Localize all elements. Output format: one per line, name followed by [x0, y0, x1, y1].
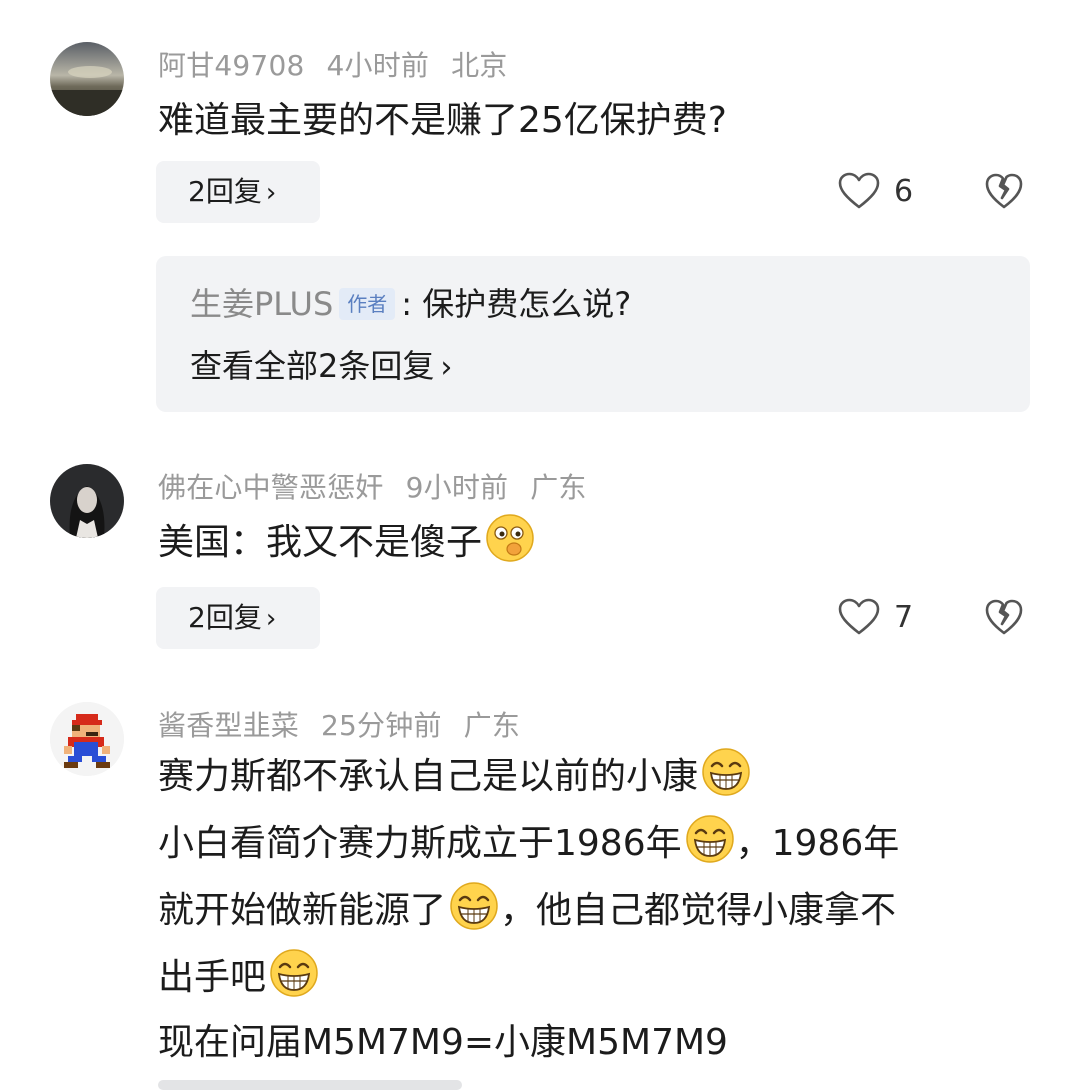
username[interactable]: 佛在心中警恶惩奸 — [158, 471, 384, 504]
grinning-face-emoji — [268, 947, 320, 999]
replies-label: 2回复 — [188, 175, 262, 208]
sub-reply-box[interactable]: 生姜PLUS 作者: 保护费怎么说? 查看全部2条回复 › — [156, 256, 1030, 412]
partial-reply-button[interactable] — [158, 1080, 462, 1090]
comment-text-content: 美国：我又不是傻子 — [158, 522, 483, 563]
replies-label: 2回复 — [188, 601, 262, 634]
comment-text-content: 出手吧 — [158, 957, 267, 998]
comment-meta: 佛在心中警恶惩奸 9小时前 广东 — [158, 466, 609, 506]
sub-reply-author[interactable]: 生姜PLUS — [190, 285, 333, 323]
comment-text-line-2: 小白看简介赛力斯成立于1986年 ，1986年 — [158, 811, 899, 877]
comment-text-content: 赛力斯都不承认自己是以前的小康 — [158, 756, 699, 797]
comment-meta: 酱香型韭菜 25分钟前 广东 — [158, 704, 542, 744]
comment-text-content: ，1986年 — [735, 823, 900, 864]
grinning-face-emoji — [448, 880, 500, 932]
like-button[interactable]: 6 — [838, 161, 913, 221]
grinning-face-emoji — [700, 746, 752, 798]
avatar[interactable] — [50, 702, 124, 776]
avatar-landscape-image — [50, 42, 124, 116]
comment-meta: 阿甘49708 4小时前 北京 — [158, 44, 530, 84]
comment-text: 美国：我又不是傻子 — [158, 510, 536, 576]
like-count: 7 — [894, 599, 914, 635]
username[interactable]: 酱香型韭菜 — [158, 709, 299, 742]
view-all-label: 查看全部2条回复 — [190, 347, 435, 385]
dislike-button[interactable] — [984, 597, 1024, 637]
heart-outline-icon — [838, 172, 880, 209]
sub-reply-text: : 保护费怎么说? — [401, 285, 632, 323]
comment-text-line-1: 赛力斯都不承认自己是以前的小康 — [158, 744, 752, 810]
location: 广东 — [463, 709, 521, 742]
heart-outline-icon — [838, 598, 880, 635]
chevron-right-icon: › — [265, 178, 277, 208]
comment-text-content: 小白看简介赛力斯成立于1986年 — [158, 823, 682, 864]
broken-heart-icon — [985, 173, 1023, 209]
broken-heart-icon — [985, 599, 1023, 635]
thinking-face-emoji — [484, 512, 536, 564]
comment-text-content: ，他自己都觉得小康拿不 — [500, 890, 897, 931]
comment-text-line-3: 就开始做新能源了 ，他自己都觉得小康拿不 — [158, 878, 896, 944]
comment-text-line-4: 出手吧 — [158, 945, 320, 1011]
comment-text: 难道最主要的不是赚了25亿保护费? — [158, 100, 727, 141]
like-button[interactable]: 7 — [838, 587, 913, 647]
timestamp: 4小时前 — [326, 49, 430, 82]
chevron-right-icon: › — [440, 350, 453, 385]
grinning-face-emoji — [684, 813, 736, 865]
dislike-button[interactable] — [984, 171, 1024, 211]
view-all-replies-link[interactable]: 查看全部2条回复 › — [190, 342, 452, 392]
replies-button[interactable]: 2回复 › — [156, 161, 320, 223]
avatar-portrait-image — [50, 464, 124, 538]
comment-text-line-5: 现在问届M5M7M9=小康M5M7M9 — [158, 1022, 728, 1063]
avatar[interactable] — [50, 42, 124, 116]
location: 北京 — [451, 49, 508, 82]
author-badge: 作者 — [339, 288, 396, 320]
chevron-right-icon: › — [265, 604, 277, 634]
avatar[interactable] — [50, 464, 124, 538]
comment-text-content: 就开始做新能源了 — [158, 890, 447, 931]
timestamp: 9小时前 — [405, 471, 509, 504]
timestamp: 25分钟前 — [321, 709, 442, 742]
like-count: 6 — [894, 173, 914, 209]
username[interactable]: 阿甘49708 — [158, 49, 304, 82]
sub-reply-line: 生姜PLUS 作者: 保护费怎么说? — [190, 280, 631, 328]
location: 广东 — [530, 471, 587, 504]
avatar-pixel-character-image — [50, 702, 124, 776]
replies-button[interactable]: 2回复 › — [156, 587, 320, 649]
